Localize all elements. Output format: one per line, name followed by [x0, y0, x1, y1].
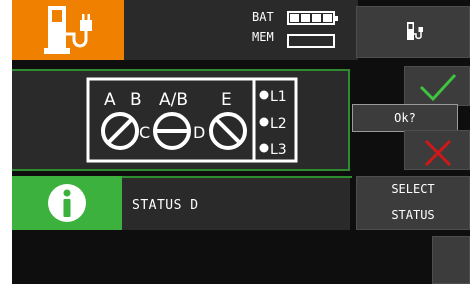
ev-charging-tile	[12, 0, 124, 60]
select-status-line2: STATUS	[391, 208, 435, 222]
status-row: STATUS D	[12, 176, 350, 230]
phase-label-l2: L2	[270, 116, 287, 132]
charger-button[interactable]	[356, 6, 470, 58]
switch-label-b: B	[130, 90, 142, 110]
phase-dot-l1	[259, 90, 269, 100]
blank-softkey[interactable]	[432, 236, 470, 284]
phase-dot-l3	[259, 143, 269, 153]
memory-indicator	[287, 34, 335, 48]
info-icon	[48, 184, 86, 222]
battery-cell	[312, 14, 321, 22]
header-bar: BAT MEM	[12, 0, 358, 60]
status-divider	[122, 176, 352, 178]
battery-cell	[301, 14, 310, 22]
switch-label-e: E	[221, 90, 232, 110]
switch-label-c: C	[139, 123, 150, 142]
memory-label: MEM	[252, 30, 274, 44]
battery-cell	[323, 14, 332, 22]
switch-label-d: D	[193, 123, 205, 142]
ok-button[interactable]	[404, 66, 470, 106]
connector-diagram-panel: A B A/B E C D L1 L2 L3	[12, 69, 350, 171]
phase-label-l1: L1	[270, 89, 287, 105]
phase-dot-l2	[259, 117, 269, 127]
checkmark-icon	[419, 73, 457, 102]
status-text: STATUS D	[132, 198, 199, 213]
switch-label-ab: A/B	[159, 90, 188, 110]
ev-charging-station-icon	[44, 6, 92, 54]
rotary-switch-diagram: A B A/B E C D L1 L2 L3	[86, 77, 298, 163]
confirm-prompt: Ok?	[352, 104, 458, 132]
battery-cell	[290, 14, 299, 22]
cross-icon	[424, 139, 452, 167]
select-status-button[interactable]: SELECT STATUS	[356, 176, 470, 230]
phase-label-l3: L3	[270, 142, 287, 158]
battery-label: BAT	[252, 10, 274, 24]
charger-plug-icon	[407, 22, 423, 40]
select-status-line1: SELECT	[391, 182, 435, 196]
switch-label-a: A	[104, 90, 116, 110]
cancel-button[interactable]	[404, 130, 470, 170]
device-screen: BAT MEM Ok? SELECT STATUS A B A/B E C D …	[12, 0, 470, 284]
info-tile	[12, 176, 122, 230]
battery-indicator	[287, 11, 338, 25]
